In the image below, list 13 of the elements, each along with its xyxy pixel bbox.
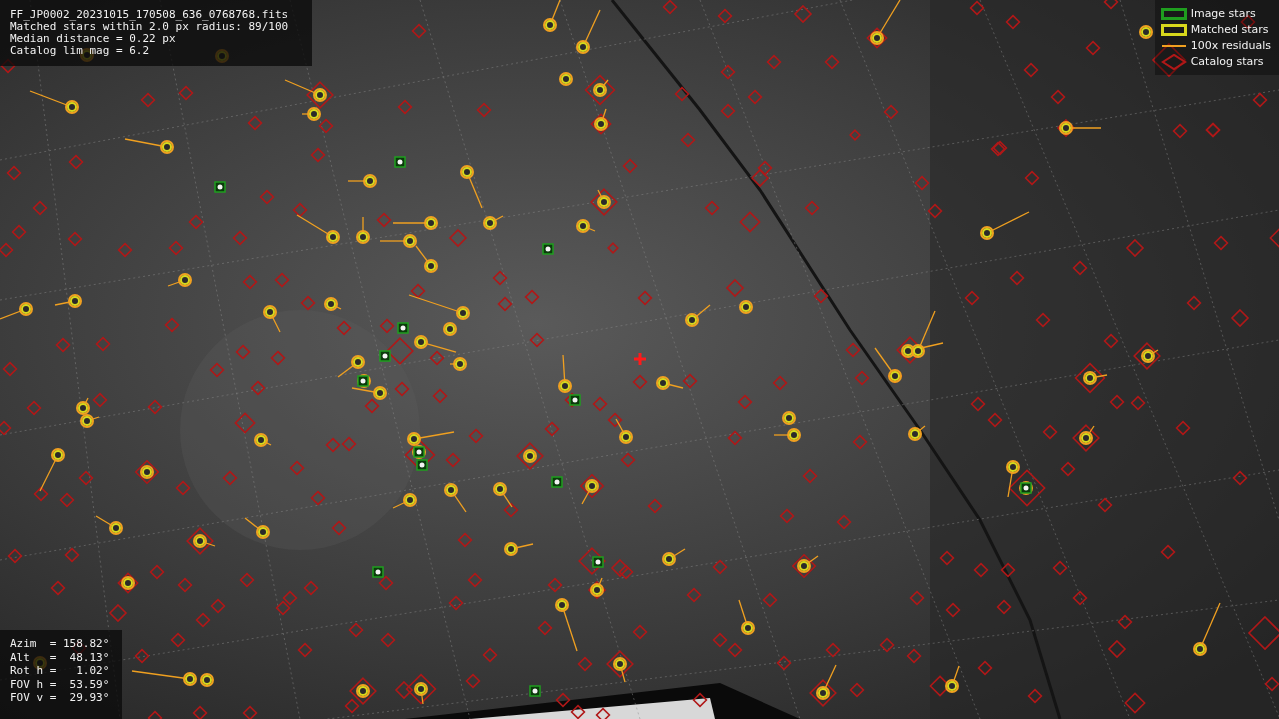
pointing-text: Rot h = 1.02° (10, 664, 111, 678)
legend-label: Image stars (1190, 7, 1256, 20)
pointing-text: Azim = 158.82° (10, 637, 111, 651)
info-text: Matched stars within 2.0 px radius: 89/100 (10, 21, 290, 33)
legend-label: Catalog stars (1190, 55, 1264, 68)
pointing-text: FOV h = 53.59° (10, 677, 111, 691)
legend-label: Matched stars (1190, 23, 1269, 36)
pointing-text: Alt = 48.13° (10, 650, 111, 664)
pointing-text: FOV v = 29.93° (10, 691, 111, 705)
info-text: FF_JP0002_20231015_170508_636_0768768.fits (10, 9, 290, 21)
info-text: Median distance = 0.22 px (10, 33, 177, 45)
info-text: Catalog lim mag = 6.2 (10, 45, 151, 57)
legend-label: 100x residuals (1190, 39, 1271, 52)
